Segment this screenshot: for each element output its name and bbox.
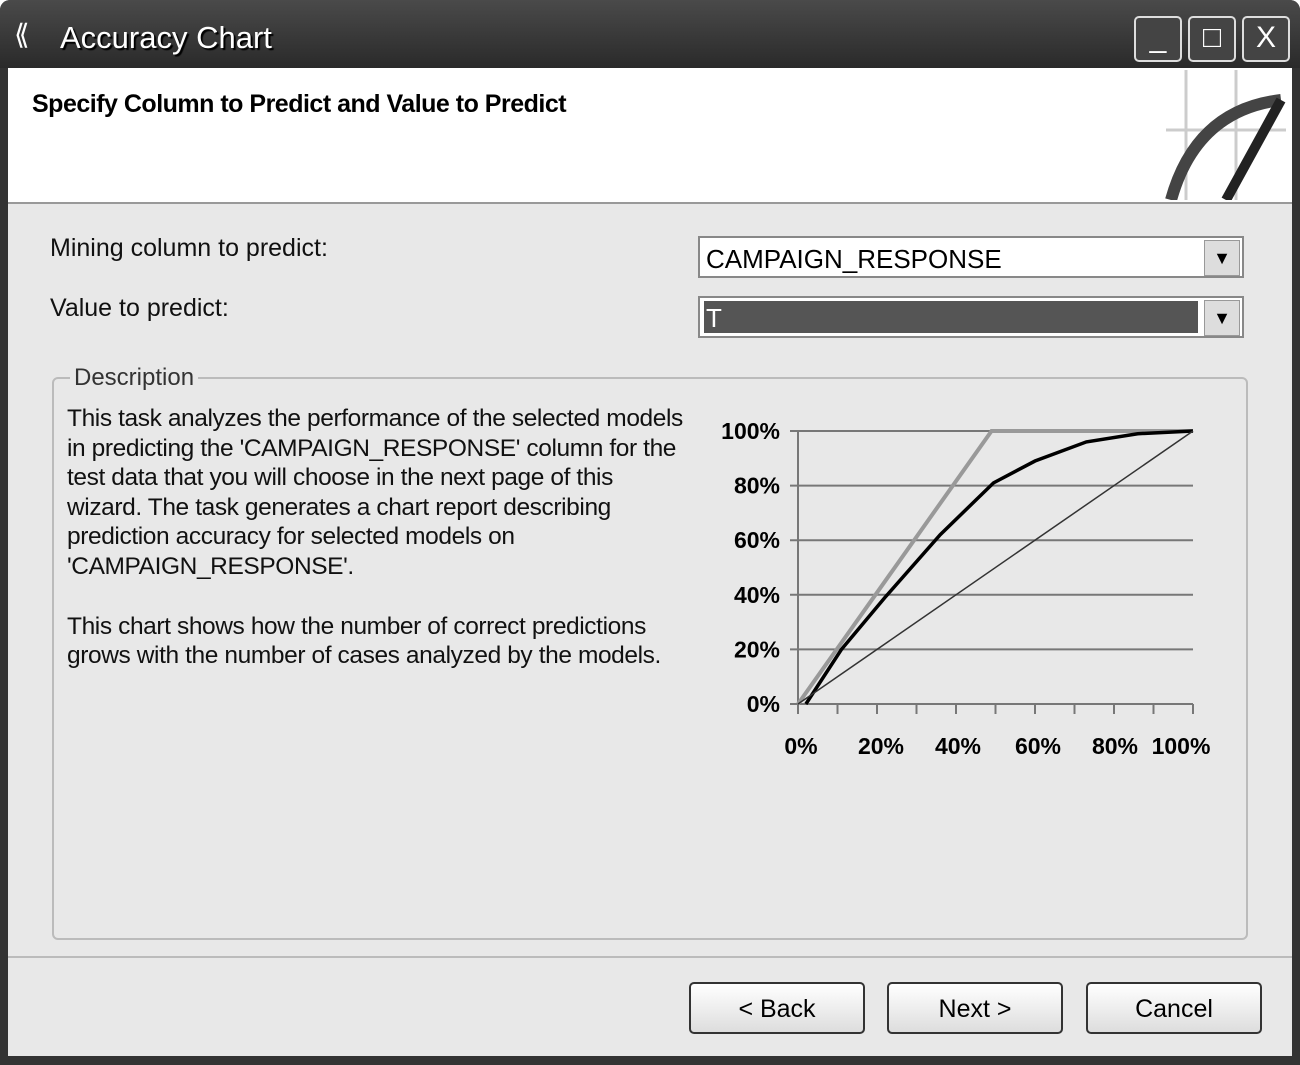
x-tick-label: 80%	[1092, 733, 1138, 759]
value-to-predict-label: Value to predict:	[50, 294, 229, 322]
close-button[interactable]: X	[1242, 16, 1290, 62]
y-tick-label: 0%	[747, 691, 780, 717]
y-tick-label: 60%	[734, 527, 780, 553]
cancel-button[interactable]: Cancel	[1086, 982, 1262, 1034]
maximize-button[interactable]: □	[1188, 16, 1236, 62]
back-button[interactable]: < Back	[689, 982, 865, 1034]
value-to-predict-dropdown[interactable]: T ▼	[698, 296, 1244, 338]
mining-column-label: Mining column to predict:	[50, 234, 328, 262]
x-tick-label: 100%	[1152, 733, 1211, 759]
app-icon: ⟪	[14, 19, 30, 50]
description-paragraph-2: This chart shows how the number of corre…	[67, 612, 661, 670]
description-text: This task analyzes the performance of th…	[67, 404, 687, 701]
y-tick-label: 40%	[734, 582, 780, 608]
mining-column-dropdown[interactable]: CAMPAIGN_RESPONSE ▼	[698, 236, 1244, 278]
wizard-header: Specify Column to Predict and Value to P…	[8, 68, 1292, 204]
title-bar[interactable]: ⟪ Accuracy Chart _ □ X	[0, 0, 1300, 68]
x-tick-label: 20%	[858, 733, 904, 759]
series-line-3	[797, 430, 1194, 705]
wizard-chart-graphic-icon	[1165, 70, 1286, 200]
y-tick-label: 100%	[721, 418, 780, 444]
next-button[interactable]: Next >	[887, 982, 1063, 1034]
chevron-down-icon[interactable]: ▼	[1204, 300, 1240, 336]
minimize-button[interactable]: _	[1134, 16, 1182, 62]
x-tick-label: 0%	[784, 733, 817, 759]
mining-column-value: CAMPAIGN_RESPONSE	[706, 244, 1002, 274]
x-tick-label: 60%	[1015, 733, 1061, 759]
description-paragraph-1: This task analyzes the performance of th…	[67, 405, 683, 580]
dialog-window: ⟪ Accuracy Chart _ □ X Specify Column to…	[0, 0, 1300, 1065]
chevron-down-icon[interactable]: ▼	[1204, 240, 1240, 276]
value-to-predict-value: T	[704, 301, 1198, 333]
page-title: Specify Column to Predict and Value to P…	[32, 90, 567, 118]
accuracy-chart: 0% 20% 40% 60% 80% 100% 0% 20% 40% 60% 80% 100%	[721, 418, 1211, 759]
wizard-body: Mining column to predict: CAMPAIGN_RESPO…	[8, 204, 1292, 1056]
description-legend: Description	[74, 364, 195, 391]
y-tick-label: 80%	[734, 473, 780, 499]
footer-divider	[8, 956, 1292, 958]
window-title: Accuracy Chart	[60, 20, 272, 55]
y-tick-label: 20%	[734, 636, 780, 662]
x-tick-label: 40%	[935, 733, 981, 759]
